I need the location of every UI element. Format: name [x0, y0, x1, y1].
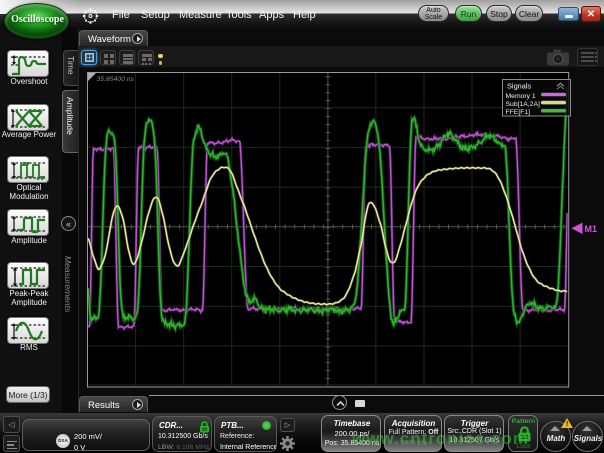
svg-text:35.85400 ns: 35.85400 ns	[97, 76, 135, 83]
svg-text:M1: M1	[585, 224, 598, 234]
svg-text:FFE[F1]: FFE[F1]	[506, 109, 531, 116]
svg-text:Signals: Signals	[507, 82, 532, 91]
svg-text:Sub[1A,2A]: Sub[1A,2A]	[506, 101, 540, 108]
svg-text:Memory 1: Memory 1	[506, 93, 536, 100]
